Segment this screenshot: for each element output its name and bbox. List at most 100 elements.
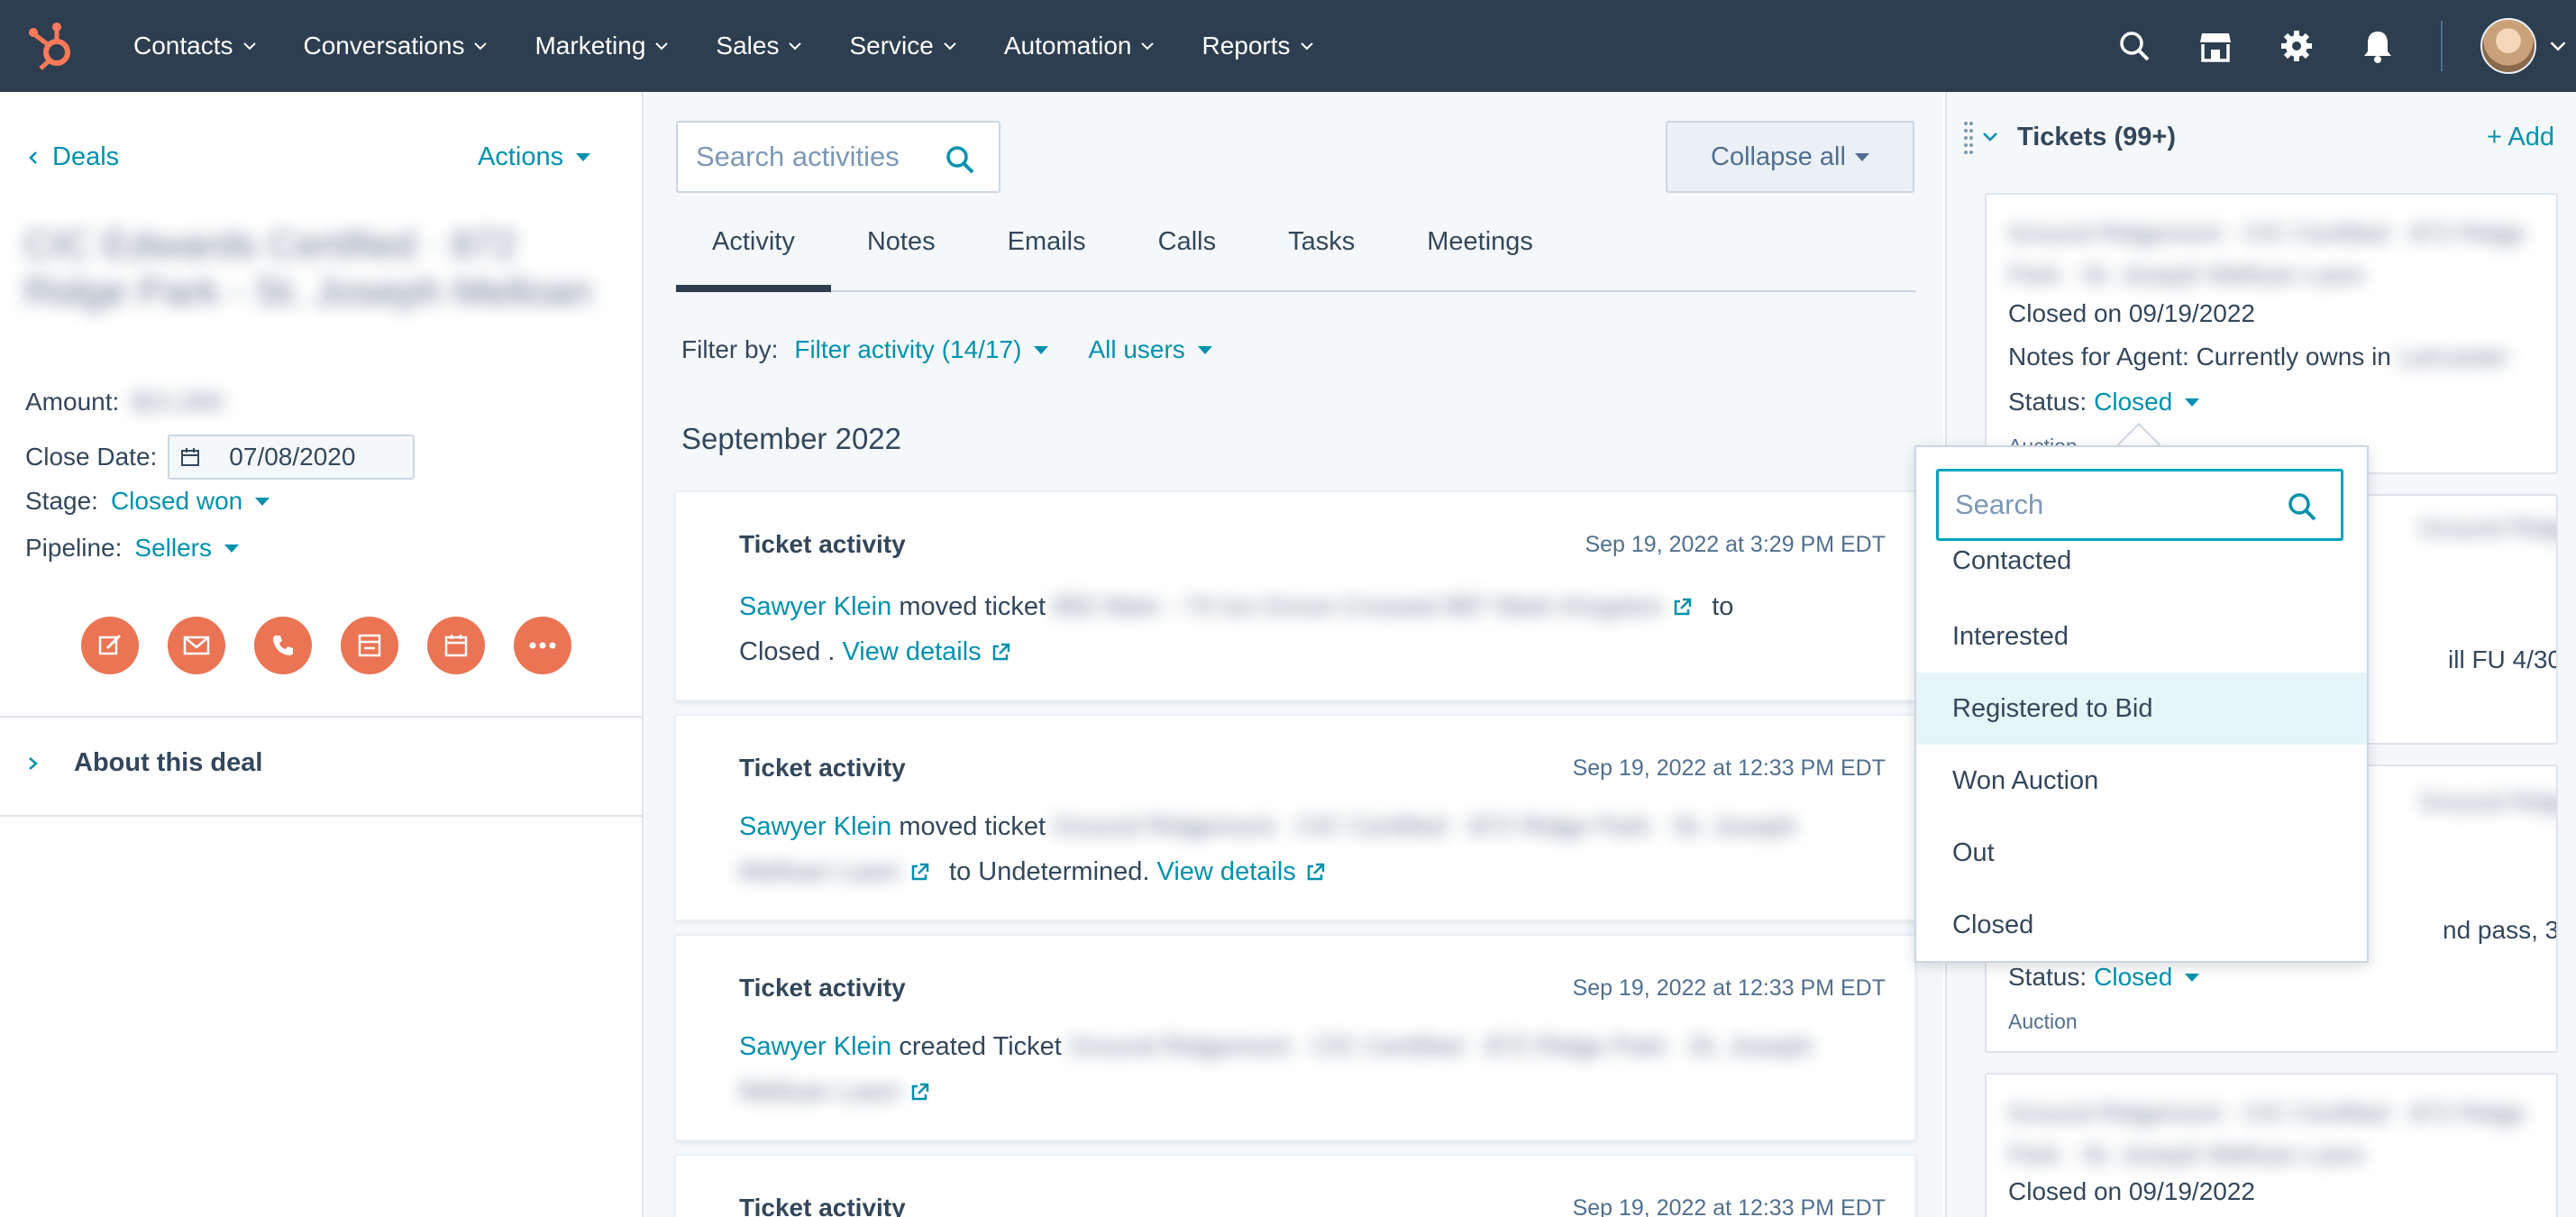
nav-sales-label: Sales [716,32,780,59]
tab-tasks[interactable]: Tasks [1252,224,1391,292]
note-button[interactable] [81,617,139,674]
option-label: Closed [1952,910,2034,939]
external-link-icon[interactable] [909,1083,929,1103]
ticket-link[interactable]: 892 Main - 74 Ice Grove Crossed 887 Mark… [1053,592,1663,621]
status-option[interactable]: Out [1916,817,2367,889]
stage-dropdown[interactable]: Closed won [111,487,270,516]
chevron-down-icon [944,42,956,50]
status-dropdown[interactable]: Closed [2094,963,2200,992]
view-details-link[interactable]: View details [842,637,981,666]
search-activities-input[interactable]: Search activities [676,121,1000,193]
back-label: Deals [52,142,120,171]
edit-note-icon [98,634,122,655]
ticket-name-link[interactable]: Ground Ridgemont · CIC Certified · 872 R… [2008,213,2540,296]
more-button[interactable] [514,617,571,674]
card-title: Ticket activity [739,530,906,558]
tickets-title[interactable]: Tickets (99+) [2017,123,2176,152]
user-link[interactable]: Sawyer Klein [739,812,891,841]
nav-marketing-label: Marketing [534,32,646,59]
chevron-down-icon [789,42,802,50]
status-option[interactable]: Closed [1916,889,2367,961]
caret-down-icon [1197,345,1212,354]
nav-automation[interactable]: Automation [1004,32,1156,60]
user-link[interactable]: Sawyer Klein [739,592,891,621]
task-button[interactable] [427,617,485,674]
drag-handle-icon[interactable] [1963,120,1974,154]
collapse-all-button[interactable]: Collapse all [1666,121,1914,193]
amount-value[interactable]: $21,000 [132,388,223,416]
actions-label: Actions [478,142,564,171]
nav-conversations[interactable]: Conversations [304,32,489,60]
close-date-input[interactable]: 07/08/2020 [168,435,416,480]
chevron-down-icon[interactable] [1981,131,1999,143]
caret-down-icon [224,544,239,553]
ticket-name-link[interactable]: Ground Ridgemont 64 Ridge Lawn [2419,514,2556,543]
card-body: Sawyer Klein created Ticket Ground Ridge… [739,1024,1875,1114]
nav-contacts[interactable]: Contacts [133,32,257,60]
external-link-icon[interactable] [1672,598,1692,618]
close-date-label: Close Date: [25,443,158,471]
status-option[interactable]: Interested [1916,600,2367,673]
nav-sales[interactable]: Sales [716,32,802,60]
dropdown-search-input[interactable]: Search [1936,469,2343,541]
tab-meetings[interactable]: Meetings [1391,224,1569,292]
external-link-icon[interactable] [1305,863,1325,883]
caret-down-icon [1854,152,1869,161]
chevron-down-icon [242,42,256,50]
filter-activity-dropdown[interactable]: Filter activity (14/17) [794,335,1049,364]
status-option-highlighted[interactable]: Registered to Bid [1916,673,2367,745]
ticket-name-link[interactable]: Ground Ridgemont · CIC Certified · 872 R… [2008,1093,2540,1176]
back-to-deals-link[interactable]: Deals [27,142,119,172]
email-button[interactable] [168,617,225,674]
user-link[interactable]: Sawyer Klein [739,1032,891,1061]
hubspot-logo-icon[interactable] [27,20,79,72]
log-icon [358,634,381,657]
ticket-name-link[interactable]: Ground Ridgemont CIC Ridge Madison [2419,788,2556,817]
external-link-icon[interactable] [909,863,929,883]
call-button[interactable] [254,617,312,674]
pipeline-label: Pipeline: [25,534,123,562]
nav-marketing[interactable]: Marketing [534,32,669,60]
tab-emails[interactable]: Emails [972,224,1122,292]
status-label: Status: [2008,388,2087,416]
marketplace-icon[interactable] [2196,26,2235,66]
ticket-card: Ground Ridgemont · CIC Certified · 872 R… [1985,193,2558,474]
notes-for-agent: Notes for Agent: Currently owns in Lanca… [2008,343,2509,371]
chevron-down-icon[interactable] [2549,37,2567,55]
ticket-card: Ground Ridgemont · CIC Certified · 872 R… [1985,1073,2558,1217]
search-icon[interactable] [2115,26,2154,66]
view-details-link[interactable]: View details [1157,857,1296,886]
divider [0,716,642,718]
nav-divider [2441,21,2443,71]
tab-notes[interactable]: Notes [831,224,972,292]
about-this-deal-toggle[interactable]: About this deal [27,748,262,778]
chevron-left-icon [29,151,37,164]
tab-calls[interactable]: Calls [1122,224,1252,292]
nav-service[interactable]: Service [849,32,956,60]
add-ticket-button[interactable]: + Add [2487,123,2554,152]
tab-label: Tasks [1288,227,1356,256]
log-activity-button[interactable] [341,617,398,674]
card-timestamp: Sep 19, 2022 at 12:33 PM EDT [1572,1195,1886,1217]
external-link-icon[interactable] [991,643,1010,663]
notification-bell-icon[interactable] [2358,26,2398,66]
top-navigation-bar: Contacts Conversations Marketing Sales S… [0,0,2576,92]
quick-actions [81,617,600,674]
status-option[interactable]: Won Auction [1916,745,2367,817]
all-users-dropdown[interactable]: All users [1088,335,1212,364]
status-dropdown[interactable]: Closed [2094,388,2200,416]
filter-label: Filter by: [681,335,779,363]
nav-reports[interactable]: Reports [1201,32,1313,60]
pipeline-dropdown[interactable]: Sellers [134,534,239,563]
tab-label: Notes [866,227,936,256]
tab-activity[interactable]: Activity [676,224,831,292]
phone-icon [273,636,293,655]
user-avatar[interactable] [2480,18,2536,74]
pipeline-property: Pipeline: Sellers [25,534,239,563]
status-text: Closed . [739,637,836,666]
chevron-down-icon [474,42,488,50]
tickets-header: Tickets (99+) + Add [1963,119,2558,155]
actions-dropdown[interactable]: Actions [478,142,591,172]
gear-icon[interactable] [2277,26,2316,66]
deal-name[interactable]: CIC Edwards Certified · 872 Ridge Park -… [23,222,600,316]
